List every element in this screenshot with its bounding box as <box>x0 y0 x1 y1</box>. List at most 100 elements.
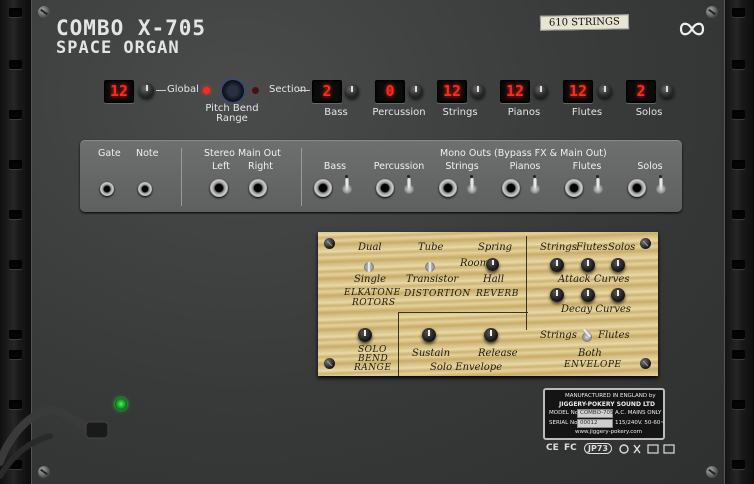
gate-jack[interactable] <box>100 182 114 196</box>
pitch-bend-wheel[interactable] <box>220 78 246 104</box>
section-percussion-display: 0 <box>375 80 405 103</box>
wood-control-panel: Dual Single ELKATONE ROTORS Tube Transis… <box>318 232 658 376</box>
mono-out-bass-toggle[interactable] <box>342 178 352 198</box>
infinity-icon <box>679 22 705 36</box>
section-flutes-label: Flutes <box>571 107 603 118</box>
curves-flutes-label: Flutes <box>576 242 608 253</box>
gate-label: Gate <box>98 148 121 159</box>
mono-out-flutes-toggle[interactable] <box>593 178 603 198</box>
plate-model-label: MODEL No <box>549 410 579 416</box>
mono-out-percussion-label: Percussion <box>373 161 425 172</box>
plate-serial-label: SERIAL No <box>549 420 578 426</box>
rack-hole <box>9 210 22 219</box>
mono-out-percussion-toggle[interactable] <box>404 178 414 198</box>
wood-screw <box>640 238 651 249</box>
right-label: Right <box>248 161 274 172</box>
attack-strings-knob[interactable] <box>550 258 564 272</box>
mono-out-strings-toggle[interactable] <box>467 178 477 198</box>
section-percussion-knob[interactable] <box>409 84 423 98</box>
solo-bend-range-knob[interactable] <box>358 328 372 342</box>
mono-out-solos-label: Solos <box>637 161 663 172</box>
section-bass-knob[interactable] <box>345 84 359 98</box>
global-knob[interactable] <box>139 83 154 98</box>
rack-hole <box>732 350 745 359</box>
divider-line <box>298 90 310 91</box>
envelope-switch[interactable] <box>582 327 592 346</box>
section-bass-display: 2 <box>312 80 342 103</box>
attack-flutes-knob[interactable] <box>581 258 595 272</box>
envelope-strings-label: Strings <box>540 330 577 341</box>
decay-strings-knob[interactable] <box>550 288 564 302</box>
reverb-hall-label: Hall <box>483 274 505 285</box>
section-pianos-knob[interactable] <box>534 84 548 98</box>
tape-label[interactable]: 610 STRINGS <box>539 14 629 31</box>
manufacturer-plate: MANUFACTURED IN ENGLAND by JIGGERY-POKER… <box>543 388 665 440</box>
section-strings-display: 12 <box>437 80 467 103</box>
section-solos-display: 2 <box>626 80 656 103</box>
section-strings-knob[interactable] <box>471 84 485 98</box>
rack-hole <box>9 60 22 69</box>
plate-serial-value: 00012 <box>580 420 598 426</box>
mono-out-flutes-jack[interactable] <box>565 179 583 197</box>
rotor-title: ELKATONE <box>344 288 401 298</box>
divider <box>398 312 528 313</box>
plate-mains: A.C. MAINS ONLY <box>615 410 662 416</box>
note-jack[interactable] <box>138 182 152 196</box>
mono-out-solos-toggle[interactable] <box>656 178 666 198</box>
plate-manufactured: MANUFACTURED IN ENGLAND by <box>565 393 656 399</box>
model-subtitle: SPACE ORGAN <box>56 38 180 58</box>
release-label: Release <box>478 348 518 359</box>
section-pianos-label: Pianos <box>507 107 541 118</box>
mono-out-pianos-jack[interactable] <box>502 179 520 197</box>
rack-hole <box>9 8 22 17</box>
mono-out-solos-jack[interactable] <box>628 179 646 197</box>
rotor-single-label: Single <box>354 274 387 285</box>
wood-screw <box>640 358 651 369</box>
decay-flutes-knob[interactable] <box>581 288 595 302</box>
stereo-main-out-label: Stereo Main Out <box>204 148 281 159</box>
rack-hole <box>732 8 745 17</box>
plate-serial-field: 00012 <box>577 419 613 428</box>
sustain-knob[interactable] <box>422 328 436 342</box>
curves-strings-label: Strings <box>540 242 577 253</box>
jack-panel: Gate Note Stereo Main Out Left Right Mon… <box>80 140 682 212</box>
decay-solos-knob[interactable] <box>611 288 625 302</box>
divider <box>301 148 302 206</box>
rotor-dual-label: Dual <box>358 242 382 253</box>
section-solos-knob[interactable] <box>660 84 674 98</box>
main-out-left-jack[interactable] <box>210 179 228 197</box>
rack: COMBO X-705 SPACE ORGAN 610 STRINGS 12 G… <box>0 0 754 484</box>
rack-hole <box>9 260 22 269</box>
reverb-knob[interactable] <box>486 258 499 271</box>
mono-outs-label: Mono Outs (Bypass FX & Main Out) <box>440 148 607 159</box>
attack-solos-knob[interactable] <box>611 258 625 272</box>
rack-hole <box>732 110 745 119</box>
rack-hole <box>732 400 745 409</box>
envelope-flutes-label: Flutes <box>598 330 630 341</box>
device-panel: COMBO X-705 SPACE ORGAN 610 STRINGS 12 G… <box>31 0 725 484</box>
section-flutes-knob[interactable] <box>598 84 612 98</box>
reverb-spring-label: Spring <box>478 242 513 253</box>
rack-hole <box>9 350 22 359</box>
recycle-icons <box>619 444 675 454</box>
mono-out-percussion-jack[interactable] <box>376 179 394 197</box>
main-out-right-jack[interactable] <box>249 179 267 197</box>
rack-hole <box>732 210 745 219</box>
note-label: Note <box>136 148 159 159</box>
release-knob[interactable] <box>484 328 498 342</box>
rack-hole <box>732 260 745 269</box>
distortion-transistor-label: Transistor <box>406 274 459 285</box>
pitch-bend-label: Pitch Bend Range <box>205 103 259 124</box>
panel-screw <box>38 6 50 18</box>
mono-out-bass-jack[interactable] <box>314 179 332 197</box>
plate-voltage: 115/240V. 50-60~ <box>615 420 665 426</box>
rack-hole <box>9 330 22 339</box>
wood-screw <box>324 358 335 369</box>
plate-model-field: COMBO-705 <box>577 409 614 418</box>
rack-hole <box>9 160 22 169</box>
divider <box>398 312 399 376</box>
rack-hole <box>732 460 745 469</box>
model-name: COMBO X-705 <box>56 16 207 40</box>
mono-out-pianos-toggle[interactable] <box>530 178 540 198</box>
mono-out-strings-jack[interactable] <box>439 179 457 197</box>
